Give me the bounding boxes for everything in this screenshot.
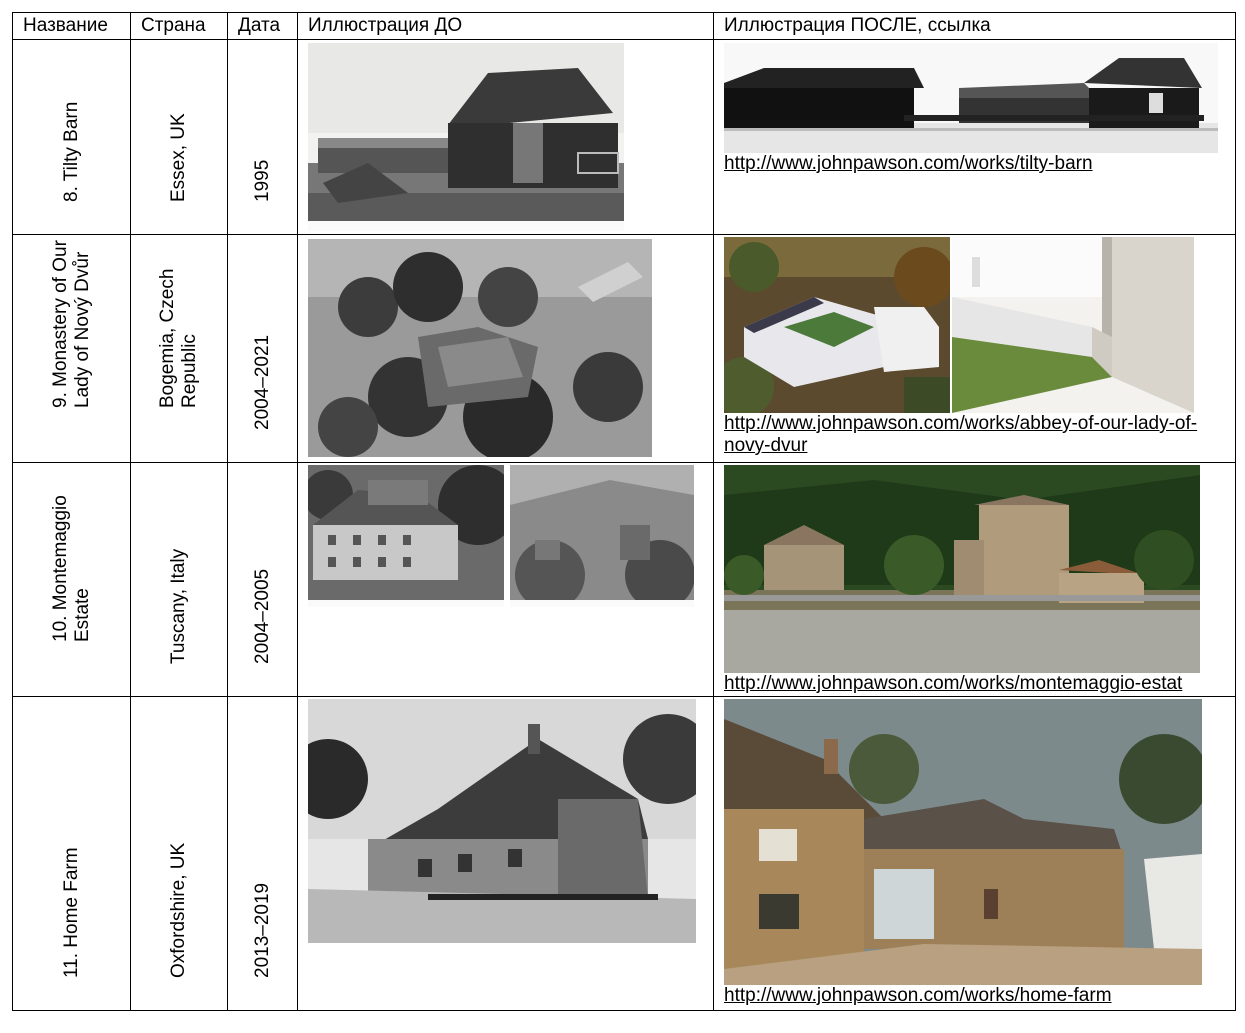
after-photo-home-farm [724,699,1202,985]
after-photo-monastery-corridor [952,237,1194,413]
project-country: Bogemia, Czech Republic [157,268,200,408]
before-cell [297,696,714,1011]
project-name: 10. Montemaggio Estate [49,495,93,642]
link-monastery[interactable]: http://www.johnpawson.com/works/abbey-of… [724,413,1224,457]
country-cell: Oxfordshire, UK [130,696,228,1011]
after-cell: http://www.johnpawson.com/works/montemag… [713,462,1236,697]
after-photo-tilty-barn [724,43,1218,153]
before-photo-home-farm [308,699,696,943]
project-country: Essex, UK [168,113,189,202]
project-name: 9. Monastery of Our Lady of Nový Dvůr [49,240,93,408]
name-cell: 8. Tilty Barn [12,39,131,235]
project-date: 2004–2021 [251,334,273,430]
table-row: 8. Tilty Barn Essex, UK 1995 http://www.… [12,39,1236,235]
name-cell: 9. Monastery of Our Lady of Nový Dvůr [12,234,131,463]
header-date: Дата [227,12,298,40]
project-date: 1995 [251,159,273,202]
country-cell: Tuscany, Italy [130,462,228,697]
after-cell: http://www.johnpawson.com/works/abbey-of… [713,234,1236,463]
header-before: Иллюстрация ДО [297,12,714,40]
date-cell: 1995 [227,39,298,235]
header-row: Название Страна Дата Иллюстрация ДО Иллю… [12,12,1236,40]
date-cell: 2004–2021 [227,234,298,463]
before-photo-monastery [308,237,652,457]
before-cell [297,39,714,235]
country-cell: Bogemia, Czech Republic [130,234,228,463]
link-tilty-barn[interactable]: http://www.johnpawson.com/works/tilty-ba… [724,153,1093,175]
header-country: Страна [130,12,228,40]
project-country: Tuscany, Italy [168,548,189,664]
after-photo-monastery-aerial [724,237,950,413]
project-name: 8. Tilty Barn [60,101,82,202]
project-name: 11. Home Farm [60,847,82,978]
project-date: 2004–2005 [251,568,273,664]
link-montemaggio[interactable]: http://www.johnpawson.com/works/montemag… [724,673,1182,695]
after-cell: http://www.johnpawson.com/works/tilty-ba… [713,39,1236,235]
before-photo-tilty-barn [308,43,624,231]
name-cell: 11. Home Farm [12,696,131,1011]
name-cell: 10. Montemaggio Estate [12,462,131,697]
date-cell: 2004–2005 [227,462,298,697]
link-home-farm[interactable]: http://www.johnpawson.com/works/home-far… [724,985,1112,1007]
country-cell: Essex, UK [130,39,228,235]
before-cell [297,462,714,697]
table-row: 11. Home Farm Oxfordshire, UK 2013–2019 [12,696,1236,1011]
projects-table: Название Страна Дата Иллюстрация ДО Иллю… [12,12,1236,1011]
header-after: Иллюстрация ПОСЛЕ, ссылка [713,12,1236,40]
date-cell: 2013–2019 [227,696,298,1011]
after-cell: http://www.johnpawson.com/works/home-far… [713,696,1236,1011]
before-photo-montemaggio-ruin [510,465,694,607]
before-photo-montemaggio-house [308,465,504,607]
table-row: 9. Monastery of Our Lady of Nový Dvůr Bo… [12,234,1236,463]
before-cell [297,234,714,463]
table-row: 10. Montemaggio Estate Tuscany, Italy 20… [12,462,1236,697]
after-photo-montemaggio [724,465,1200,673]
project-date: 2013–2019 [251,882,273,978]
project-country: Oxfordshire, UK [168,842,189,978]
header-name: Название [12,12,131,40]
